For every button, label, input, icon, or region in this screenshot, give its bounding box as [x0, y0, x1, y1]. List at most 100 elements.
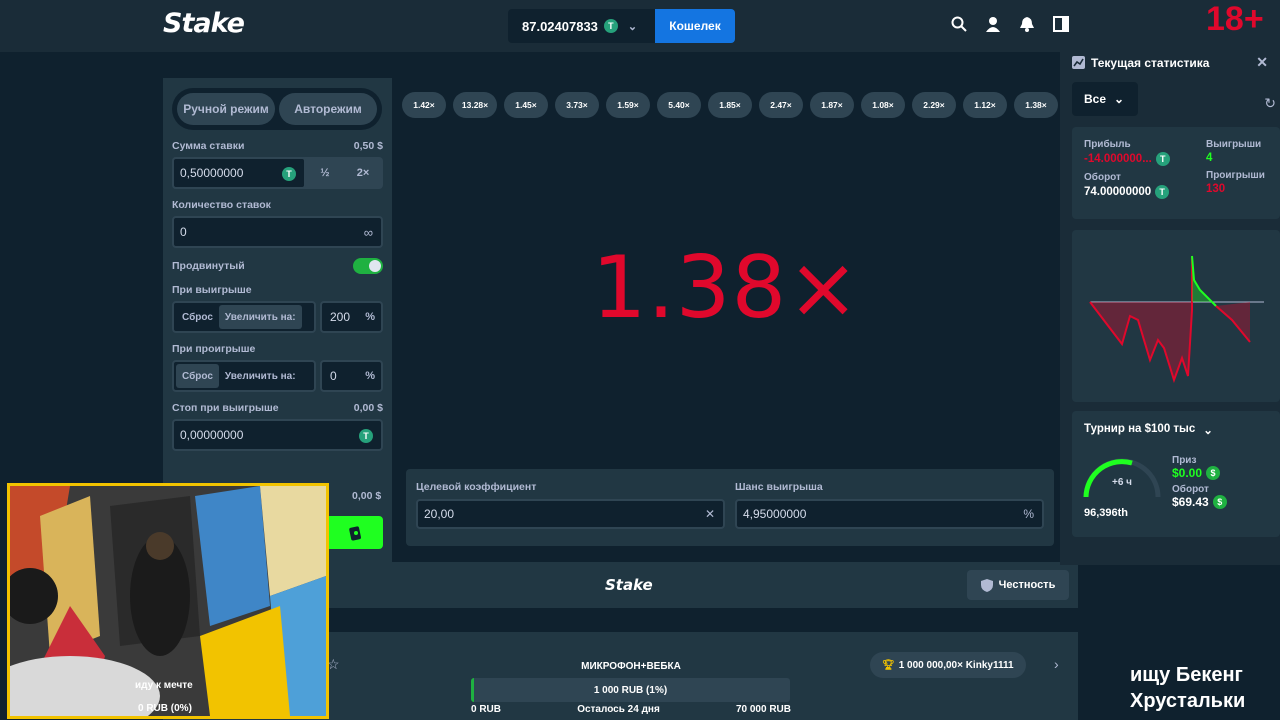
start-autobet-button[interactable] [329, 516, 383, 549]
tournament-card[interactable]: Турнир на $100 тыс ⌄ +6 ч 96,396th Приз … [1072, 411, 1280, 537]
balance-selector[interactable]: 87.02407833 T ⌄ [508, 9, 655, 43]
history-pill[interactable]: 3.73× [555, 92, 599, 118]
history-pill[interactable]: 1.45× [504, 92, 548, 118]
on-loss-controls: Сброс Увеличить на: 0 % [172, 360, 383, 392]
bell-icon[interactable] [1018, 15, 1036, 33]
mode-toggle: Ручной режим Авторежим [172, 88, 382, 130]
multiplier-history: 1.42× 13.28× 1.45× 3.73× 1.59× 5.40× 1.8… [402, 92, 1058, 118]
live-stats-header: Текущая статистика ✕ [1060, 45, 1280, 80]
bet-count-value: 0 [180, 225, 187, 239]
game-area: 1.42× 13.28× 1.45× 3.73× 1.59× 5.40× 1.8… [392, 78, 1060, 562]
tournament-title-row: Турнир на $100 тыс ⌄ [1084, 423, 1268, 437]
percent-icon: % [365, 311, 375, 323]
infinity-icon[interactable]: ∞ [364, 225, 373, 240]
double-button[interactable]: 2× [344, 157, 382, 189]
losses-value: 130 [1206, 183, 1226, 195]
chart-profit-area [1192, 256, 1212, 302]
percent-icon: % [365, 370, 375, 382]
tournament-wagered-value: $69.43 $ [1172, 495, 1227, 509]
target-multiplier-input[interactable]: 20,00 ✕ [416, 499, 725, 529]
tether-coin-icon: T [282, 165, 296, 181]
chevron-right-icon[interactable]: › [1054, 656, 1059, 672]
bet-amount-usd: 0,50 $ [353, 140, 383, 152]
win-chance-value: 4,95000000 [743, 507, 807, 521]
refresh-icon[interactable]: ↻ [1264, 95, 1276, 112]
goal-remaining: Осталось 24 дня [577, 704, 660, 715]
bet-amount-label: Сумма ставки [172, 140, 245, 152]
advanced-row: Продвинутый [172, 258, 383, 274]
fairness-button[interactable]: Честность [967, 570, 1069, 600]
on-loss-increase-button[interactable]: Увеличить на: [219, 364, 302, 388]
wins-value: 4 [1206, 152, 1213, 164]
history-pill[interactable]: 5.40× [657, 92, 701, 118]
on-loss-percent-input[interactable]: 0 % [320, 360, 383, 392]
dollar-coin-icon: $ [1212, 495, 1227, 509]
trophy-icon: 🏆︎ [882, 659, 895, 671]
stream-caption-line1: ищу Бекенг [1130, 664, 1243, 686]
bet-amount-input[interactable]: 0,50000000 T [172, 157, 306, 189]
panel-toggle-icon[interactable] [1052, 15, 1070, 33]
stop-win-usd: 0,00 $ [353, 402, 383, 414]
age-restriction-badge: 18+ [1206, 0, 1264, 38]
history-pill[interactable]: 1.12× [963, 92, 1007, 118]
history-pill[interactable]: 1.85× [708, 92, 752, 118]
history-pill[interactable]: 1.08× [861, 92, 905, 118]
history-pill[interactable]: 2.47× [759, 92, 803, 118]
on-win-percent-input[interactable]: 200 % [320, 301, 383, 333]
top-win-pill[interactable]: 🏆︎ 1 000 000,00× Kinky1111 [870, 652, 1026, 678]
history-pill[interactable]: 1.42× [402, 92, 446, 118]
wallet-button[interactable]: Кошелек [655, 9, 735, 43]
on-win-increase-button[interactable]: Увеличить на: [218, 305, 302, 329]
stop-win-value: 0,00000000 [180, 428, 244, 442]
profit-chart [1072, 230, 1280, 402]
history-pill[interactable]: 1.87× [810, 92, 854, 118]
bet-count-label: Количество ставок [172, 199, 271, 211]
current-multiplier: 1.38× [591, 238, 861, 338]
chart-icon [1072, 56, 1085, 69]
half-button[interactable]: ½ [306, 157, 344, 189]
tournament-rank: 96,396th [1084, 507, 1129, 519]
profit-chart-svg [1089, 255, 1264, 384]
footer-stake-logo: Stake [605, 576, 653, 594]
manual-mode-tab[interactable]: Ручной режим [177, 93, 275, 125]
goal-target: 70 000 RUB [735, 704, 791, 715]
history-pill[interactable]: 1.59× [606, 92, 650, 118]
on-win-reset-button[interactable]: Сброс [176, 305, 219, 329]
stats-filter-value: Все [1084, 92, 1107, 106]
stop-loss-usd: 0,00 $ [352, 490, 382, 502]
advanced-switch[interactable] [353, 258, 383, 274]
shield-icon [980, 578, 993, 592]
search-icon[interactable] [950, 15, 968, 33]
tether-coin-icon: T [1155, 152, 1170, 166]
stake-logo[interactable]: Stake [163, 8, 245, 39]
stop-win-input[interactable]: 0,00000000 T [172, 419, 383, 451]
history-pill[interactable]: 2.29× [912, 92, 956, 118]
bet-amount-group: 0,50000000 T ½ 2× [172, 157, 383, 189]
target-multiplier-col: Целевой коэффициент 20,00 ✕ [416, 477, 725, 538]
tournament-wagered-label: Оборот [1172, 484, 1209, 495]
goal-start: 0 RUB [471, 704, 502, 715]
chevron-down-icon: ⌄ [1114, 92, 1125, 106]
tournament-title: Турнир на $100 тыс [1084, 423, 1196, 435]
on-loss-row: При проигрыше [172, 343, 383, 355]
stats-filter-select[interactable]: Все ⌄ [1072, 82, 1138, 116]
goal-footer: 0 RUB Осталось 24 дня 70 000 RUB [471, 704, 791, 715]
stream-caption: ищу Бекенг Хрустальки [1130, 662, 1245, 714]
history-pill[interactable]: 1.38× [1014, 92, 1058, 118]
win-chance-label: Шанс выигрыша [735, 481, 823, 493]
user-icon[interactable] [984, 15, 1002, 33]
stop-win-row: Стоп при выигрыше 0,00 $ [172, 402, 383, 414]
stats-summary: Прибыль -14.000000... T Оборот 74.000000… [1072, 127, 1280, 219]
top-win-text: 1 000 000,00× Kinky1111 [898, 659, 1014, 671]
close-icon[interactable]: ✕ [1256, 54, 1268, 71]
close-icon[interactable]: ✕ [705, 507, 715, 521]
on-loss-reset-button[interactable]: Сброс [176, 364, 219, 388]
auto-mode-tab[interactable]: Авторежим [279, 93, 377, 125]
win-chance-input[interactable]: 4,95000000 % [735, 499, 1044, 529]
on-win-percent-value: 200 [330, 310, 351, 324]
losses-label: Проигрыши [1206, 170, 1265, 181]
bet-count-input[interactable]: 0 ∞ [172, 216, 383, 248]
history-pill[interactable]: 13.28× [453, 92, 497, 118]
stop-win-label: Стоп при выигрыше [172, 402, 279, 414]
advanced-label: Продвинутый [172, 260, 245, 272]
